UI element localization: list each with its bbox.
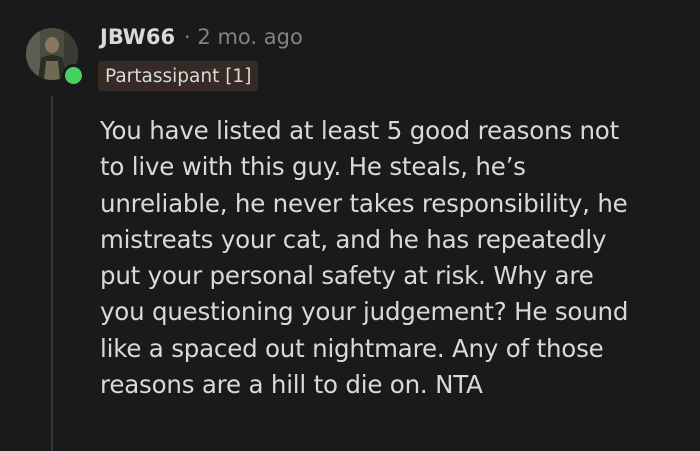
comment-body-line: mistreats your cat, and he has repeatedl… bbox=[100, 224, 607, 254]
comment-body-line: like a spaced out nightmare. Any of thos… bbox=[100, 333, 604, 363]
meta-separator: · bbox=[184, 25, 191, 49]
comment: JBW66 · 2 mo. ago Partassipant [1] You h… bbox=[0, 0, 700, 451]
comment-body-line: put your personal safety at risk. Why ar… bbox=[100, 261, 594, 291]
comment-body-line: reasons are a hill to die on. NTA bbox=[100, 370, 483, 400]
username-link[interactable]: JBW66 bbox=[100, 25, 175, 49]
comment-meta: JBW66 · 2 mo. ago bbox=[100, 22, 303, 52]
comment-timestamp[interactable]: 2 mo. ago bbox=[197, 25, 302, 49]
comment-body-line: to live with this guy. He steals, he’s bbox=[100, 152, 526, 182]
comment-body: You have listed at least 5 good reasons … bbox=[100, 113, 675, 403]
user-flair: Partassipant [1] bbox=[98, 61, 259, 91]
comment-body-line: unreliable, he never takes responsibilit… bbox=[100, 188, 628, 218]
comment-body-line: You have listed at least 5 good reasons … bbox=[100, 116, 619, 145]
thread-collapse-line[interactable] bbox=[51, 96, 53, 451]
online-status-dot bbox=[62, 64, 85, 87]
comment-body-line: you questioning your judgement? He sound bbox=[100, 297, 629, 327]
